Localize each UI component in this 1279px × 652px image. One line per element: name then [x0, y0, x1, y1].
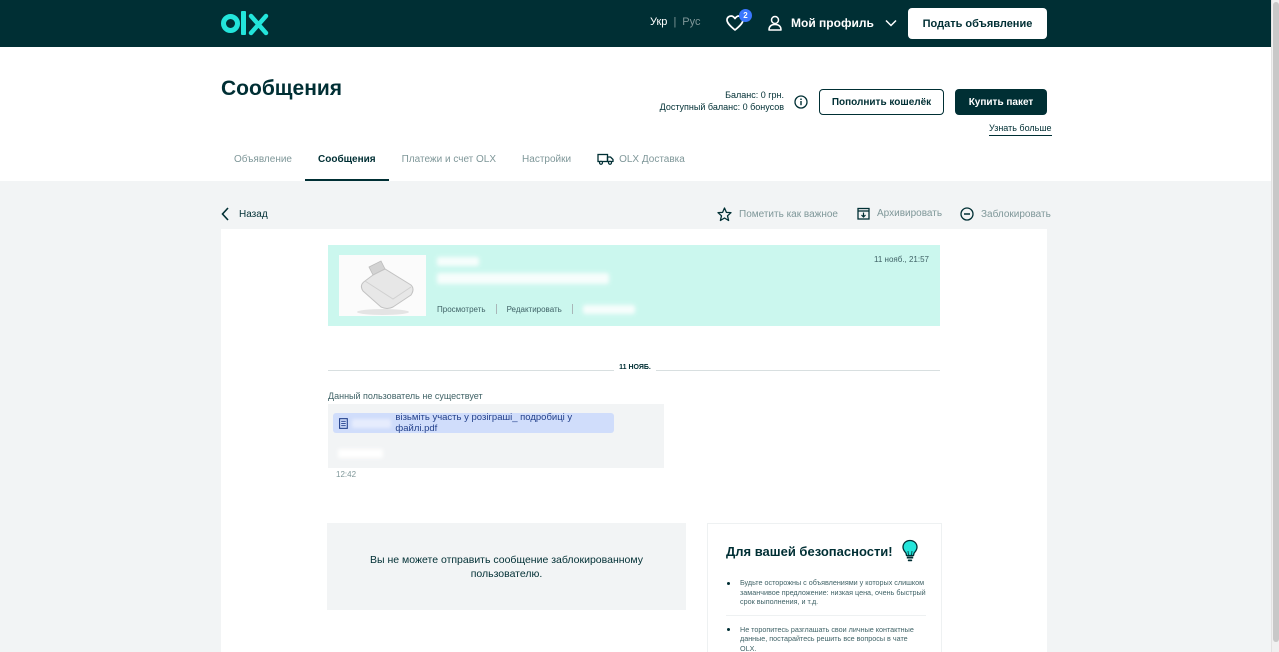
tab-payments[interactable]: Платежи и счет OLX	[389, 145, 509, 181]
tab-delivery[interactable]: OLX Доставка	[584, 145, 698, 181]
balance-info: Баланс: 0 грн. Доступный баланс: 0 бонус…	[600, 89, 784, 113]
user-icon	[768, 15, 782, 31]
account-header: Сообщения Баланс: 0 грн. Доступный балан…	[0, 47, 1271, 181]
tab-label: Платежи и счет OLX	[401, 154, 497, 165]
language-switcher: Укр | Рус	[650, 16, 701, 28]
usb-adapter-image	[339, 255, 426, 316]
date-text: 11 НОЯБ.	[614, 364, 656, 371]
buy-package-button[interactable]: Купить пакет	[955, 89, 1047, 115]
archive-icon	[857, 207, 870, 220]
balance-line: Баланс: 0 грн.	[725, 90, 784, 100]
post-ad-button[interactable]: Подать объявление	[908, 8, 1047, 39]
ad-action-links: Просмотреть Редактировать	[437, 304, 635, 314]
page-title: Сообщения	[221, 77, 343, 100]
message-bubble: візьміть участь у розіграші_ подробиці у…	[328, 404, 664, 468]
profile-menu[interactable]: Мой профиль	[768, 13, 897, 33]
back-button[interactable]: Назад	[221, 207, 268, 221]
learn-more-link[interactable]: Узнать больше	[989, 123, 1052, 136]
safety-tips-list: Будьте осторожны с объявлениями у которы…	[726, 578, 926, 652]
block-icon	[960, 207, 974, 221]
tab-label: OLX Доставка	[619, 154, 685, 165]
tab-messages[interactable]: Сообщения	[305, 145, 389, 181]
profile-label: Мой профиль	[791, 16, 874, 30]
olx-logo[interactable]	[221, 10, 271, 37]
page-scrollbar[interactable]	[1271, 0, 1279, 652]
user-not-exist-notice: Данный пользователь не существует	[328, 391, 483, 401]
topup-wallet-button[interactable]: Пополнить кошелёк	[819, 89, 944, 115]
archive-label: Архивировать	[877, 208, 943, 219]
link-divider	[571, 304, 573, 314]
truck-icon	[597, 153, 614, 165]
view-ad-link[interactable]: Просмотреть	[437, 305, 486, 314]
lang-separator: |	[673, 16, 677, 28]
ad-timestamp: 11 нояб., 21:57	[874, 255, 929, 264]
redacted-filename-prefix	[351, 418, 392, 428]
tab-ads[interactable]: Объявление	[221, 145, 305, 181]
redacted-link	[582, 304, 635, 314]
star-icon	[717, 207, 732, 222]
account-tabs: Объявление Сообщения Платежи и счет OLX …	[221, 145, 698, 181]
redacted-ad-title	[437, 257, 479, 266]
lang-rus-link[interactable]: Рус	[682, 16, 700, 28]
ad-thumbnail[interactable]	[339, 255, 426, 316]
mark-important-label: Пометить как важное	[739, 209, 838, 220]
conversation-panel: 11 нояб., 21:57 Просмотреть Редактироват…	[221, 229, 1047, 652]
block-button[interactable]: Заблокировать	[960, 207, 1051, 221]
chevron-down-icon	[885, 19, 897, 27]
message-timestamp: 12:42	[336, 470, 357, 479]
safety-title: Для вашей безопасности!	[726, 544, 893, 559]
redacted-message-text	[338, 449, 383, 458]
lang-ukr-link[interactable]: Укр	[650, 16, 667, 28]
info-icon[interactable]	[794, 95, 808, 109]
available-balance-line: Доступный баланс: 0 бонусов	[659, 102, 784, 112]
block-label: Заблокировать	[981, 208, 1051, 220]
ad-summary-card: 11 нояб., 21:57 Просмотреть Редактироват…	[328, 245, 940, 326]
redacted-ad-subtitle	[437, 273, 609, 284]
date-divider-label: 11 НОЯБ.	[510, 364, 760, 371]
archive-button[interactable]: Архивировать	[857, 207, 942, 220]
lightbulb-icon	[902, 539, 918, 562]
edit-ad-link[interactable]: Редактировать	[507, 305, 562, 314]
tab-label: Настройки	[522, 154, 572, 165]
safety-tips-card: Для вашей безопасности! Будьте осторожны…	[707, 523, 942, 652]
chevron-left-icon	[221, 207, 229, 221]
link-divider	[495, 304, 497, 314]
tab-label: Объявление	[234, 154, 292, 165]
mark-important-button[interactable]: Пометить как важное	[717, 207, 838, 222]
blocked-user-notice: Вы не можете отправить сообщение заблоки…	[327, 523, 686, 610]
safety-tip: Не торопитесь разглашать свои личные кон…	[726, 614, 926, 652]
blocked-notice-text: Вы не можете отправить сообщение заблоки…	[370, 553, 643, 580]
document-icon	[339, 417, 348, 429]
scrollbar-thumb[interactable]	[1273, 2, 1279, 642]
favorites-count-badge: 2	[739, 9, 752, 22]
tab-label: Сообщения	[318, 154, 376, 165]
tab-settings[interactable]: Настройки	[509, 145, 584, 181]
back-label: Назад	[239, 208, 268, 220]
file-name: візьміть участь у розіграші_ подробиці у…	[395, 412, 573, 434]
safety-tip: Будьте осторожны с объявлениями у которы…	[726, 578, 926, 607]
top-navigation-bar: Укр | Рус 2 Мой профиль Подать объявление	[0, 0, 1271, 47]
file-attachment[interactable]: візьміть участь у розіграші_ подробиці у…	[333, 412, 614, 434]
